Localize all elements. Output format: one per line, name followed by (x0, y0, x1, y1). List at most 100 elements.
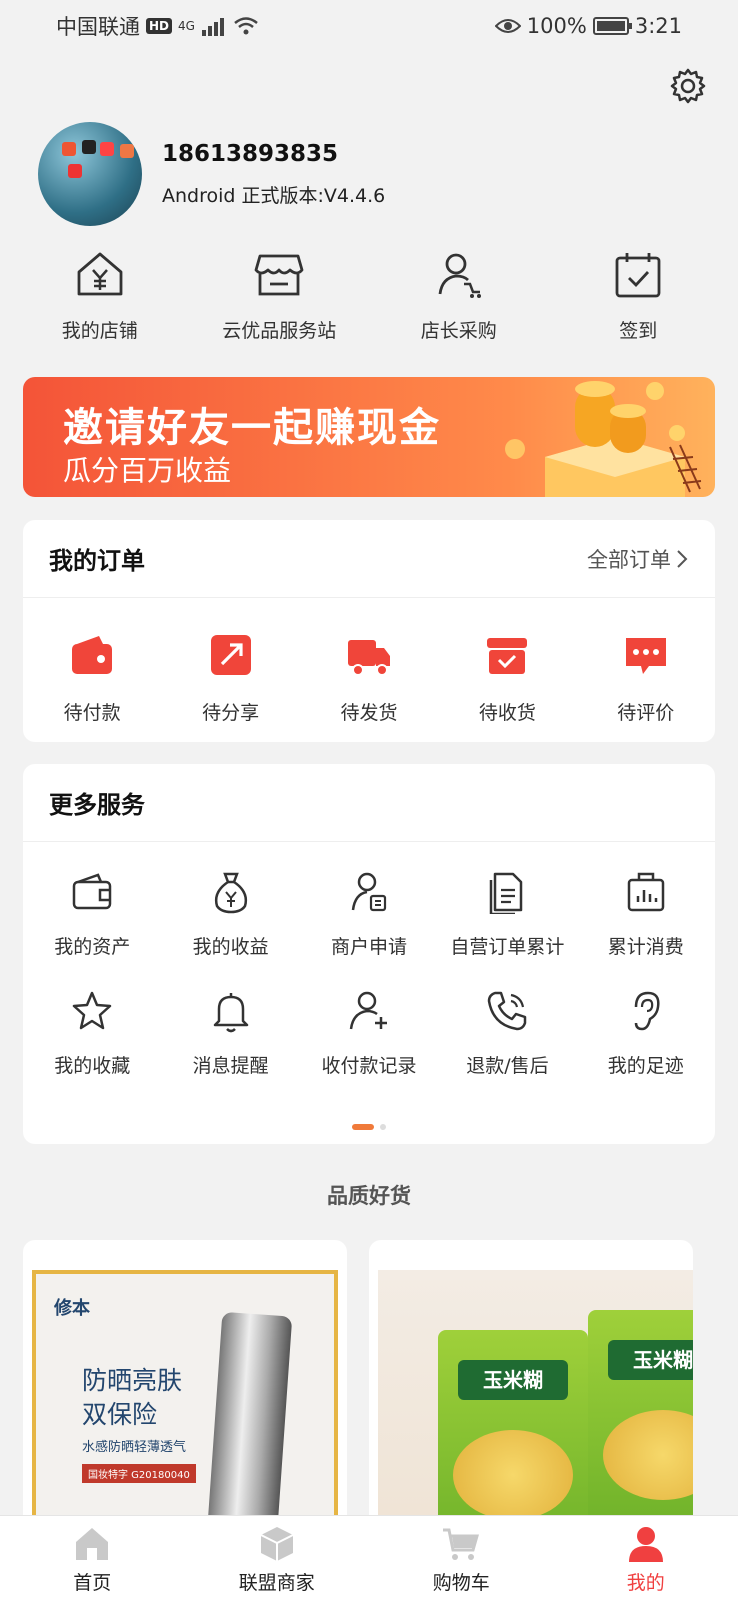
eye-icon (494, 19, 521, 33)
order-label: 待评价 (617, 702, 675, 724)
quick-label: 我的店铺 (61, 320, 138, 342)
profile-header[interactable]: 18613893835 Android 正式版本:V4.4.6 (38, 122, 385, 226)
orders-card: 我的订单 全部订单 待付款 待分享 待发货 待收货 待评价 (23, 520, 715, 742)
chevron-right-icon (677, 549, 688, 568)
product-headline-line2: 双保险 (82, 1400, 158, 1429)
quick-service-station[interactable]: 云优品服务站 (194, 248, 364, 343)
svc-refund[interactable]: 退款/售后 (438, 989, 576, 1078)
bell-icon (213, 993, 248, 1033)
quick-actions: 我的店铺 云优品服务站 店长采购 签到 (0, 248, 738, 343)
cart-icon (443, 1528, 480, 1560)
signal-icon (201, 18, 224, 36)
svc-label: 收付款记录 (321, 1055, 417, 1077)
status-left: 中国联通 HD 4G (56, 11, 259, 41)
order-pending-payment[interactable]: 待付款 (27, 632, 157, 725)
quick-label: 签到 (619, 320, 658, 342)
share-icon (210, 635, 251, 675)
svc-my-earnings[interactable]: 我的收益 (161, 870, 299, 959)
profile-info: 18613893835 Android 正式版本:V4.4.6 (162, 141, 385, 208)
bottom-tab-bar: 首页 联盟商家 购物车 我的 (0, 1515, 738, 1600)
svc-label: 我的收益 (192, 936, 269, 958)
product-cert: 国妆特字 G20180040 (82, 1464, 196, 1483)
battery-percent: 100% (526, 14, 587, 38)
svc-label: 我的收藏 (54, 1055, 131, 1077)
product-bowl (603, 1410, 693, 1500)
gear-icon[interactable] (668, 66, 708, 106)
services-header: 更多服务 (23, 764, 715, 842)
quick-label: 云优品服务站 (222, 320, 337, 342)
tab-label: 我的 (626, 1572, 665, 1594)
order-pending-share[interactable]: 待分享 (166, 632, 296, 725)
tab-cart[interactable]: 购物车 (381, 1516, 541, 1600)
tab-home[interactable]: 首页 (12, 1516, 172, 1600)
clock: 3:21 (634, 14, 682, 38)
svc-my-assets[interactable]: 我的资产 (23, 870, 161, 959)
svc-label: 退款/售后 (466, 1055, 549, 1077)
phone-icon (488, 991, 527, 1031)
document-icon (490, 872, 523, 914)
order-label: 待收货 (478, 702, 536, 724)
network-label: 4G (178, 19, 195, 33)
wallet-icon (72, 636, 113, 674)
coin-stack-illustration (505, 381, 702, 497)
order-status-row: 待付款 待分享 待发货 待收货 待评价 (23, 598, 715, 725)
person-add-icon (349, 991, 387, 1030)
banner-title: 邀请好友一起赚现金 (63, 405, 441, 451)
services-card: 更多服务 我的资产 我的收益 商户申请 自营订单累计 累计消费 我的收藏 消息提… (23, 764, 715, 1144)
product-headline: 防晒亮肤 双保险 (82, 1364, 182, 1432)
order-pending-receipt[interactable]: 待收货 (442, 632, 572, 725)
product-headline-line1: 防晒亮肤 (82, 1366, 183, 1395)
comment-icon (625, 638, 666, 674)
svc-footprints[interactable]: 我的足迹 (577, 989, 715, 1078)
cube-icon (260, 1527, 294, 1561)
product-subline: 水感防晒轻薄透气 (82, 1440, 187, 1455)
svc-total-spend[interactable]: 累计消费 (577, 870, 715, 959)
tab-alliance[interactable]: 联盟商家 (197, 1516, 357, 1600)
svc-label: 我的足迹 (607, 1055, 684, 1077)
order-pending-shipment[interactable]: 待发货 (304, 632, 434, 725)
hd-badge: HD (146, 18, 173, 34)
order-pending-review[interactable]: 待评价 (581, 632, 711, 725)
status-bar: 中国联通 HD 4G 100% 3:21 (0, 0, 738, 52)
product-card[interactable]: 修本 防晒亮肤 双保险 水感防晒轻薄透气 国妆特字 G20180040 (23, 1240, 347, 1540)
wifi-icon (234, 17, 258, 35)
status-right: 100% 3:21 (494, 14, 682, 38)
quick-check-in[interactable]: 签到 (553, 248, 723, 343)
home-icon (76, 1528, 109, 1560)
svc-label: 商户申请 (330, 936, 407, 958)
product-image: 玉米糊 玉米糊 (378, 1270, 693, 1540)
services-title: 更多服务 (49, 791, 145, 819)
product-brand: 修本 (54, 1298, 90, 1319)
banner-subtitle: 瓜分百万收益 (63, 454, 232, 487)
svc-merchant-apply[interactable]: 商户申请 (300, 870, 438, 959)
person-doc-icon (351, 872, 387, 912)
svc-notifications[interactable]: 消息提醒 (161, 989, 299, 1078)
svc-payment-records[interactable]: 收付款记录 (300, 989, 438, 1078)
quick-manager-purchase[interactable]: 店长采购 (374, 248, 544, 343)
all-orders-link[interactable]: 全部订单 (587, 544, 689, 574)
svc-self-orders[interactable]: 自营订单累计 (438, 870, 576, 959)
svc-label: 消息提醒 (192, 1055, 269, 1077)
invite-banner[interactable]: 邀请好友一起赚现金 瓜分百万收益 (23, 377, 715, 497)
svc-label: 累计消费 (607, 936, 684, 958)
svc-favorites[interactable]: 我的收藏 (23, 989, 161, 1078)
tab-label: 首页 (73, 1572, 112, 1594)
svc-label: 自营订单累计 (450, 936, 565, 958)
bag-chart-icon (627, 872, 665, 912)
quick-my-store[interactable]: 我的店铺 (15, 248, 185, 343)
sunscreen-tube (205, 1311, 293, 1540)
product-card[interactable]: 玉米糊 玉米糊 (369, 1240, 693, 1540)
wallet-outline-icon (72, 873, 112, 910)
shop-awning-icon (254, 254, 304, 296)
user-icon (628, 1527, 663, 1562)
featured-title: 品质好货 (327, 1184, 411, 1208)
tab-mine[interactable]: 我的 (566, 1516, 726, 1600)
box-check-icon (487, 638, 528, 674)
all-orders-label: 全部订单 (587, 547, 671, 572)
avatar[interactable] (38, 122, 142, 226)
product-image: 修本 防晒亮肤 双保险 水感防晒轻薄透气 国妆特字 G20180040 (32, 1270, 338, 1540)
phone-number: 18613893835 (162, 140, 339, 167)
order-label: 待分享 (202, 702, 260, 724)
ear-icon (634, 991, 660, 1031)
quick-label: 店长采购 (420, 320, 497, 342)
